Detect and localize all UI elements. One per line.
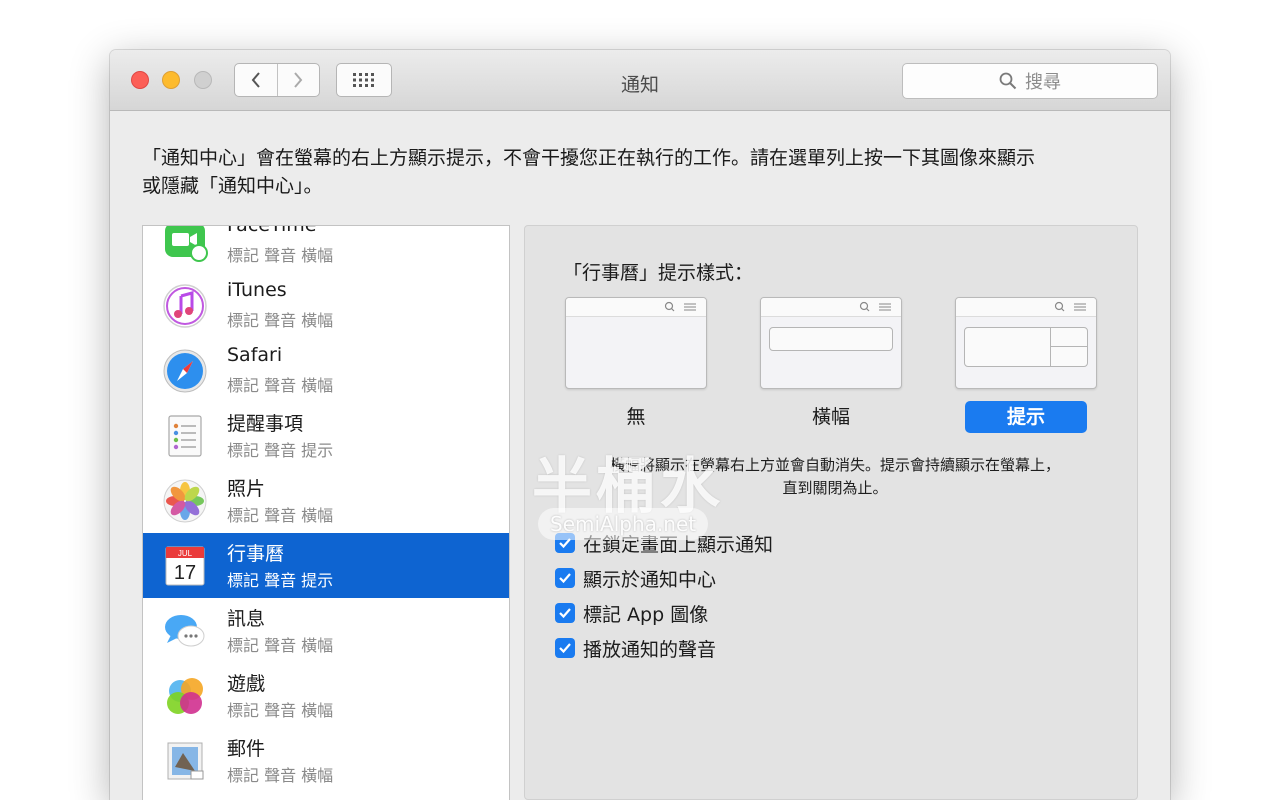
- app-name: iTunes: [227, 279, 287, 301]
- game-center-icon: [167, 678, 203, 714]
- calendar-month-label: JUL: [178, 549, 193, 558]
- app-row-calendar[interactable]: JUL 17 行事曆 標記 聲音 提示: [143, 533, 509, 598]
- app-notification-types: 標記 聲音 橫幅: [227, 766, 334, 785]
- description-text: 「通知中心」會在螢幕的右上方顯示提示，不會干擾您正在執行的工作。請在選單列上按一…: [142, 144, 1142, 200]
- facetime-icon: [165, 226, 208, 262]
- app-name: FaceTime: [227, 225, 317, 236]
- hint-line-1: 橫幅將顯示在螢幕右上方並會自動消失。提示會持續顯示在螢幕上，: [609, 456, 1060, 474]
- preview-menubar: [956, 298, 1096, 317]
- app-name: 提醒事項: [227, 413, 304, 435]
- search-field[interactable]: 搜尋: [902, 63, 1158, 99]
- search-placeholder: 搜尋: [1025, 72, 1061, 93]
- checkmark-icon: [559, 573, 571, 584]
- app-notification-types: 標記 聲音 橫幅: [227, 246, 334, 265]
- app-row-facetime[interactable]: FaceTime 標記 聲音 橫幅: [143, 225, 509, 273]
- app-notification-types: 標記 聲音 橫幅: [227, 636, 334, 655]
- app-notification-types: 標記 聲音 橫幅: [227, 506, 334, 525]
- checkbox-label: 在鎖定畫面上顯示通知: [583, 533, 774, 556]
- show-on-lock-screen-checkbox[interactable]: 在鎖定畫面上顯示通知: [555, 528, 773, 558]
- alert-style-title: 「行事曆」提示樣式：: [563, 262, 754, 284]
- app-name: 照片: [227, 478, 266, 500]
- mail-icon: [167, 742, 204, 780]
- app-row-game-center[interactable]: 遊戲 標記 聲音 橫幅: [143, 663, 509, 728]
- app-notification-types: 標記 聲音 橫幅: [227, 376, 334, 395]
- show-in-notification-center-checkbox[interactable]: 顯示於通知中心: [555, 563, 716, 593]
- notification-settings-panel: 「行事曆」提示樣式： 無 橫幅 提示 橫幅將顯示在螢幕右上方並會自動消失。提示會…: [524, 225, 1138, 800]
- preview-menubar-icons: [859, 301, 891, 312]
- checkbox-label: 播放通知的聲音: [583, 638, 717, 661]
- description-line-1: 「通知中心」會在螢幕的右上方顯示提示，不會干擾您正在執行的工作。請在選單列上按一…: [142, 147, 1036, 169]
- safari-icon: [163, 349, 207, 393]
- app-name: 郵件: [227, 738, 266, 760]
- app-name: Safari: [227, 344, 283, 366]
- play-sound-checkbox[interactable]: 播放通知的聲音: [555, 633, 716, 663]
- description-line-2: 或隱藏「通知中心」。: [142, 175, 323, 197]
- app-row-messages[interactable]: 訊息 標記 聲音 橫幅: [143, 598, 509, 663]
- app-name: 遊戲: [227, 673, 266, 695]
- alert-style-alert-preview[interactable]: [955, 297, 1097, 389]
- alert-style-none-preview[interactable]: [565, 297, 707, 389]
- app-row-mail[interactable]: 郵件 標記 聲音 橫幅: [143, 728, 509, 793]
- preview-menubar: [761, 298, 901, 317]
- preview-menubar: [566, 298, 706, 317]
- app-list[interactable]: FaceTime 標記 聲音 橫幅 iTunes 標記 聲音 橫幅 Safari…: [142, 225, 510, 800]
- checkbox-label: 標記 App 圖像: [583, 603, 709, 626]
- app-row-reminders[interactable]: 提醒事項 標記 聲音 提示: [143, 403, 509, 468]
- app-notification-types: 標記 聲音 橫幅: [227, 701, 334, 720]
- photos-icon: [163, 479, 207, 523]
- app-notification-types: 標記 聲音 提示: [227, 571, 334, 590]
- app-notification-types: 標記 聲音 橫幅: [227, 311, 334, 330]
- calendar-day-label: 17: [174, 562, 196, 584]
- preview-banner-box: [769, 327, 893, 351]
- reminders-icon: [168, 415, 202, 457]
- alert-style-hint: 橫幅將顯示在螢幕右上方並會自動消失。提示會持續顯示在螢幕上， 直到關閉為止。: [555, 454, 1115, 500]
- badge-app-icon-checkbox[interactable]: 標記 App 圖像: [555, 598, 708, 628]
- preview-alert-box: [964, 327, 1088, 367]
- system-preferences-window: 通知 搜尋 「通知中心」會在螢幕的右上方顯示提示，不會干擾您正在執行的工作。請在…: [110, 50, 1170, 800]
- alert-style-none-option[interactable]: 無: [575, 401, 697, 433]
- app-row-itunes[interactable]: iTunes 標記 聲音 橫幅: [143, 273, 509, 338]
- alert-style-alert-option[interactable]: 提示: [965, 401, 1087, 433]
- title-bar: 通知 搜尋: [110, 50, 1170, 111]
- search-icon: [999, 72, 1017, 90]
- app-name: 訊息: [227, 608, 266, 630]
- hint-line-2: 直到關閉為止。: [782, 479, 888, 497]
- preview-menubar-icons: [664, 301, 696, 312]
- checkbox-label: 顯示於通知中心: [583, 568, 717, 591]
- alert-style-banner-preview[interactable]: [760, 297, 902, 389]
- checkmark-icon: [559, 643, 571, 654]
- preview-alert-buttons: [1050, 328, 1087, 366]
- messages-icon: [165, 615, 205, 647]
- app-notification-types: 標記 聲音 提示: [227, 441, 334, 460]
- itunes-icon: [163, 284, 207, 328]
- preview-menubar-icons: [1054, 301, 1086, 312]
- calendar-icon: JUL 17: [165, 546, 205, 586]
- alert-style-banner-option[interactable]: 橫幅: [770, 401, 892, 433]
- checkmark-icon: [559, 538, 571, 549]
- app-name: 行事曆: [227, 543, 285, 565]
- app-row-safari[interactable]: Safari 標記 聲音 橫幅: [143, 338, 509, 403]
- app-row-photos[interactable]: 照片 標記 聲音 橫幅: [143, 468, 509, 533]
- checkmark-icon: [559, 608, 571, 619]
